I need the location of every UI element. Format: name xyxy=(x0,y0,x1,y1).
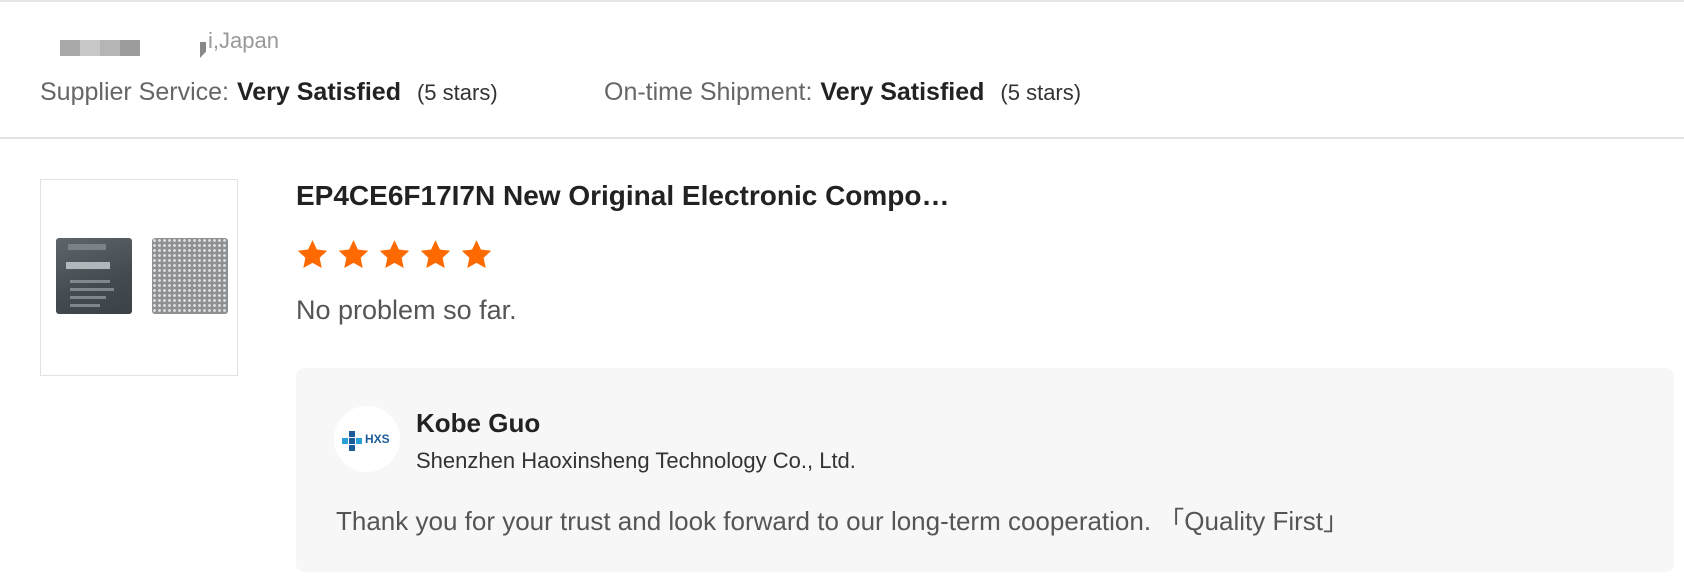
product-thumbnail[interactable] xyxy=(40,179,238,376)
reviewer-name-blurred xyxy=(60,40,140,56)
supplier-avatar: HXS xyxy=(334,406,400,472)
star-rating xyxy=(296,238,493,271)
rating-stars-text: (5 stars) xyxy=(416,80,498,105)
star-icon xyxy=(297,240,328,268)
star-icon xyxy=(420,240,451,268)
supplier-reply: HXS Kobe Guo Shenzhen Haoxinsheng Techno… xyxy=(296,368,1674,572)
reply-message: Thank you for your trust and look forwar… xyxy=(336,506,1349,536)
star-icon xyxy=(379,240,410,268)
rating-stars-text: (5 stars) xyxy=(1000,80,1082,105)
rating-label: On-time Shipment: xyxy=(604,78,813,106)
chip-top-view xyxy=(56,238,132,314)
section-divider xyxy=(0,137,1684,139)
ontime-shipment-rating: On-time Shipment: Very Satisfied (5 star… xyxy=(604,76,1081,108)
reviewer-header: i,Japan Supplier Service: Very Satisfied… xyxy=(0,0,1684,138)
star-icon xyxy=(461,240,492,268)
reply-author-name: Kobe Guo xyxy=(416,408,541,438)
reply-company: Shenzhen Haoxinsheng Technology Co., Ltd… xyxy=(416,448,856,473)
reviewer-location: i,Japan xyxy=(208,28,279,53)
supplier-service-rating: Supplier Service: Very Satisfied (5 star… xyxy=(40,76,498,108)
rating-value: Very Satisfied xyxy=(820,78,985,106)
rating-value: Very Satisfied xyxy=(236,78,401,106)
rating-label: Supplier Service: xyxy=(40,78,229,106)
country-flag-icon xyxy=(200,42,206,58)
product-title[interactable]: EP4CE6F17I7N New Original Electronic Com… xyxy=(296,176,950,216)
star-icon xyxy=(338,240,369,268)
hxs-logo-icon xyxy=(342,431,362,451)
chip-bottom-view xyxy=(152,238,228,314)
review-text: No problem so far. xyxy=(296,295,517,325)
avatar-text: HXS xyxy=(365,432,390,446)
